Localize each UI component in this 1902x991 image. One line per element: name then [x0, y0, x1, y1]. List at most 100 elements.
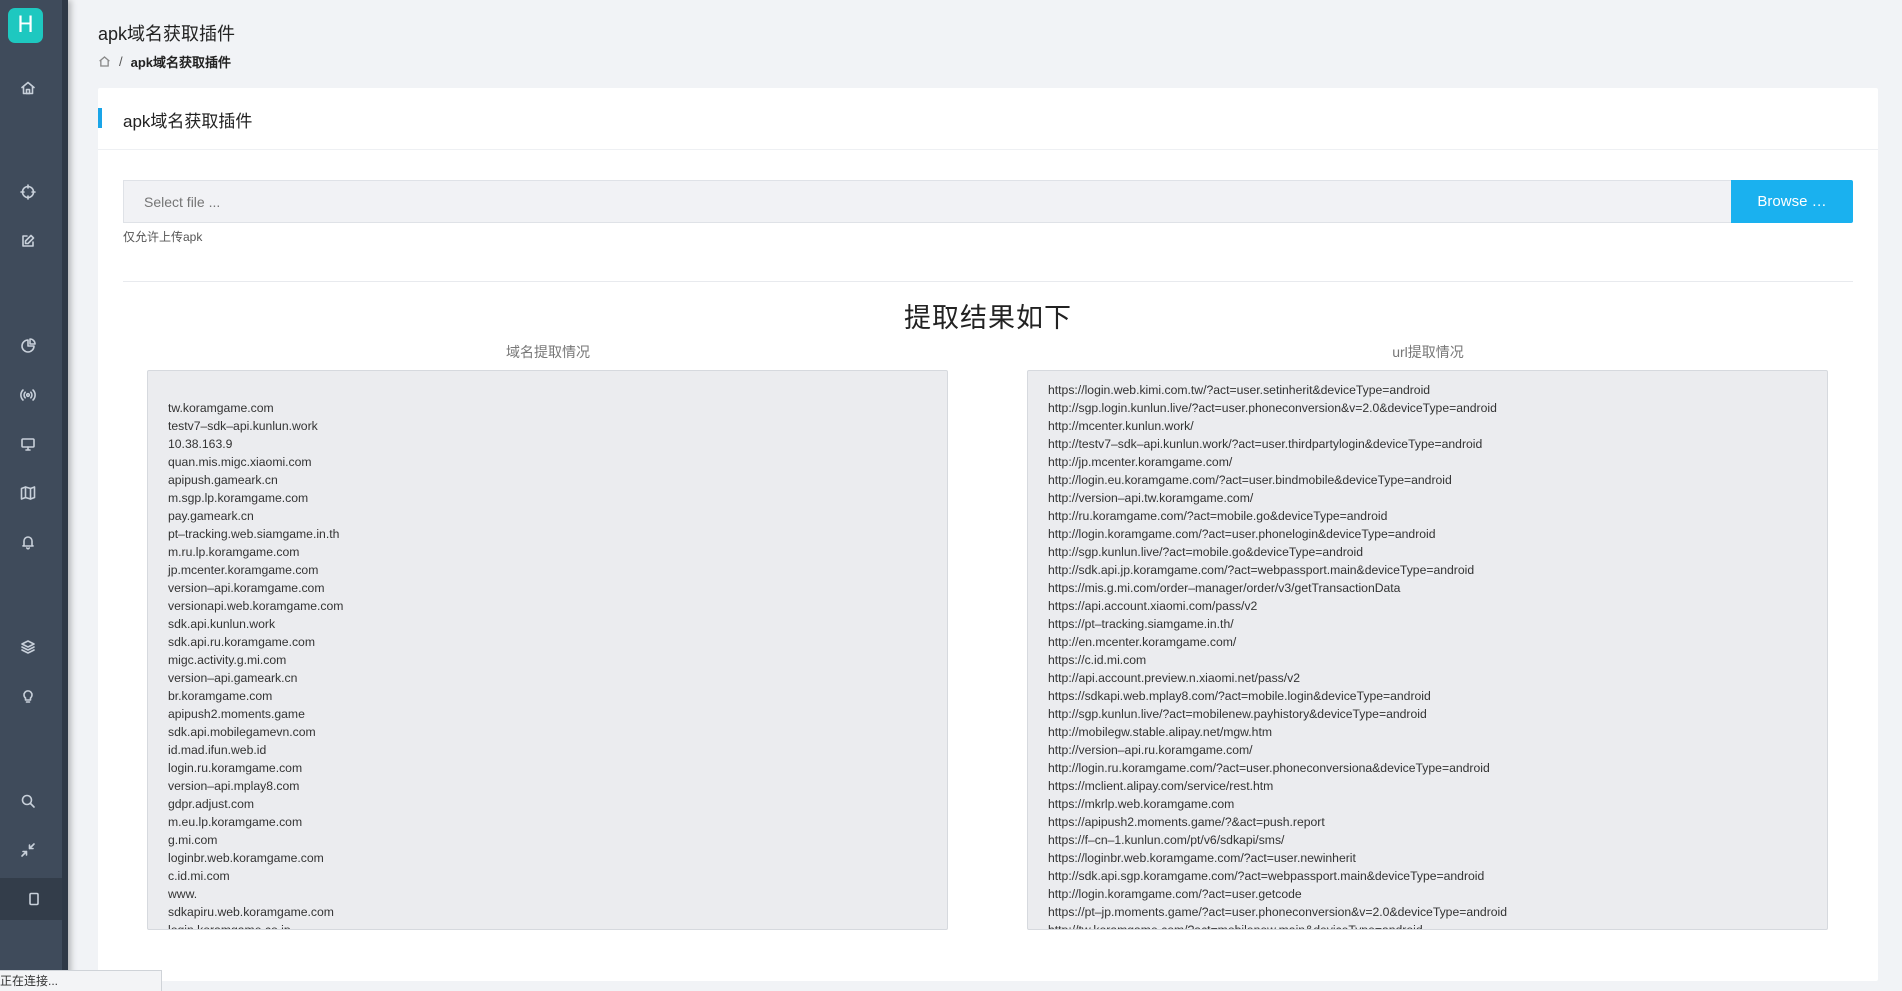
list-item: version–api.koramgame.com: [168, 581, 325, 595]
sidebar-item-home[interactable]: [14, 74, 42, 102]
list-item: m.sgp.lp.koramgame.com: [168, 491, 309, 505]
sidebar-item-layers[interactable]: [14, 633, 42, 661]
browse-button[interactable]: Browse …: [1731, 180, 1853, 223]
sidebar-item-broadcast[interactable]: [14, 381, 42, 409]
breadcrumb: / apk域名获取插件: [98, 52, 231, 71]
tablet-icon: [29, 892, 39, 906]
card-title: apk域名获取插件: [123, 112, 253, 131]
sidebar-item-stats[interactable]: [14, 332, 42, 360]
url-column-label: url提取情况: [1392, 344, 1464, 360]
list-item: sdk.api.mobilegamevn.com: [168, 725, 316, 739]
list-item: jp.mcenter.koramgame.com: [168, 563, 319, 577]
list-item: http://login.ru.koramgame.com/?act=user.…: [1048, 761, 1490, 775]
broadcast-icon: [20, 389, 36, 401]
home-icon[interactable]: [98, 55, 111, 68]
list-item: https://apipush2.moments.game/?&act=push…: [1048, 815, 1325, 829]
home-icon: [21, 81, 35, 95]
list-item: br.koramgame.com: [168, 689, 273, 703]
upload-hint: 仅允许上传apk: [123, 230, 203, 244]
breadcrumb-separator: /: [119, 54, 123, 69]
list-item: https://pt–jp.moments.game/?act=user.pho…: [1048, 905, 1508, 919]
list-item: http://testv7–sdk–api.kunlun.work/?act=u…: [1048, 437, 1483, 451]
list-item: g.mi.com: [168, 833, 218, 847]
list-item: pt–tracking.web.siamgame.in.th: [168, 527, 340, 541]
list-item: http://tw.koramgame.com/?act=mobilenew.m…: [1048, 923, 1423, 930]
list-item: http://login.eu.koramgame.com/?act=user.…: [1048, 473, 1452, 487]
list-item: https://api.account.xiaomi.com/pass/v2: [1048, 599, 1258, 613]
list-item: http://en.mcenter.koramgame.com/: [1048, 635, 1237, 649]
bell-icon: [22, 536, 34, 550]
file-select-input[interactable]: [123, 180, 1731, 223]
app-logo[interactable]: H: [8, 8, 43, 43]
list-item: version–api.mplay8.com: [168, 779, 300, 793]
sidebar: H: [0, 0, 68, 991]
sidebar-item-monitor[interactable]: [14, 430, 42, 458]
sidebar-item-edit[interactable]: [14, 227, 42, 255]
sidebar-item-target[interactable]: [14, 178, 42, 206]
sidebar-item-map[interactable]: [14, 479, 42, 507]
layers-icon: [21, 640, 35, 654]
breadcrumb-current: apk域名获取插件: [130, 55, 232, 70]
list-item: http://api.account.preview.n.xiaomi.net/…: [1048, 671, 1301, 685]
list-item: http://sdk.api.sgp.koramgame.com/?act=we…: [1048, 869, 1485, 883]
sidebar-item-apk[interactable]: [0, 878, 68, 920]
list-item: https://c.id.mi.com: [1048, 653, 1147, 667]
list-item: sdk.api.ru.koramgame.com: [168, 635, 315, 649]
list-item: http://login.koramgame.com/?act=user.get…: [1048, 887, 1302, 901]
sidebar-item-notifications[interactable]: [14, 528, 42, 556]
page-title: apk域名获取插件: [98, 24, 236, 44]
list-item: http://version–api.ru.koramgame.com/: [1048, 743, 1253, 757]
list-item: login.ru.koramgame.com: [168, 761, 303, 775]
main-card: apk域名获取插件 Browse … 仅允许上传apk 提取结果如下 域名提取情…: [98, 88, 1878, 981]
list-item: gdpr.adjust.com: [168, 797, 255, 811]
list-item: pay.gameark.cn: [168, 509, 254, 523]
list-item: 10.38.163.9: [168, 437, 233, 451]
list-item: http://sgp.kunlun.live/?act=mobile.go&de…: [1048, 545, 1364, 559]
list-item: m.eu.lp.koramgame.com: [168, 815, 303, 829]
sidebar-item-search[interactable]: [14, 787, 42, 815]
list-item: testv7–sdk–api.kunlun.work: [168, 419, 318, 433]
minimize-icon: [21, 843, 35, 857]
url-result-box[interactable]: https://login.web.kimi.com.tw/?act=user.…: [1027, 370, 1828, 930]
list-item: m.ru.lp.koramgame.com: [168, 545, 300, 559]
list-item: sdkapiru.web.koramgame.com: [168, 905, 334, 919]
list-item: https://pt–tracking.siamgame.in.th/: [1048, 617, 1234, 631]
list-item: https://login.web.kimi.com.tw/?act=user.…: [1048, 383, 1431, 397]
list-item: https://mkrlp.web.koramgame.com: [1048, 797, 1235, 811]
sidebar-scrollbar[interactable]: [62, 0, 68, 991]
list-item: versionapi.web.koramgame.com: [168, 599, 344, 613]
url-list: https://login.web.kimi.com.tw/?act=user.…: [1048, 381, 1807, 930]
list-item: c.id.mi.com: [168, 869, 230, 883]
monitor-icon: [21, 438, 35, 451]
list-item: tw.koramgame.com: [168, 401, 274, 415]
list-item: https://mis.g.mi.com/order–manager/order…: [1048, 581, 1401, 595]
list-item: [168, 381, 927, 399]
domain-result-box[interactable]: tw.koramgame.com testv7–sdk–api.kunlun.wo…: [147, 370, 948, 930]
list-item: http://sdk.api.jp.koramgame.com/?act=web…: [1048, 563, 1475, 577]
card-header: apk域名获取插件: [98, 88, 1878, 150]
pie-chart-icon: [21, 338, 36, 353]
list-item: http://sgp.kunlun.live/?act=mobilenew.pa…: [1048, 707, 1427, 721]
list-item: apipush2.moments.game: [168, 707, 305, 721]
crosshair-icon: [20, 184, 36, 200]
list-item: http://jp.mcenter.koramgame.com/: [1048, 455, 1233, 469]
list-item: http://mcenter.kunlun.work/: [1048, 419, 1194, 433]
list-item: quan.mis.migc.xiaomi.com: [168, 455, 312, 469]
list-item: https://mclient.alipay.com/service/rest.…: [1048, 779, 1274, 793]
sidebar-item-ideas[interactable]: [14, 682, 42, 710]
card-accent-bar: [98, 108, 102, 128]
status-bar: 正在连接...: [0, 970, 162, 991]
list-item: http://version–api.tw.koramgame.com/: [1048, 491, 1254, 505]
list-item: http://mobilegw.stable.alipay.net/mgw.ht…: [1048, 725, 1273, 739]
list-item: apipush.gameark.cn: [168, 473, 278, 487]
list-item: id.mad.ifun.web.id: [168, 743, 267, 757]
list-item: https://f–cn–1.kunlun.com/pt/v6/sdkapi/s…: [1048, 833, 1285, 847]
sidebar-item-collapse[interactable]: [14, 836, 42, 864]
list-item: https://sdkapi.web.mplay8.com/?act=mobil…: [1048, 689, 1431, 703]
result-title: 提取结果如下: [904, 303, 1072, 333]
map-icon: [20, 486, 36, 500]
list-item: sdk.api.kunlun.work: [168, 617, 276, 631]
list-item: version–api.gameark.cn: [168, 671, 298, 685]
list-item: http://sgp.login.kunlun.live/?act=user.p…: [1048, 401, 1497, 415]
edit-icon: [22, 234, 35, 247]
